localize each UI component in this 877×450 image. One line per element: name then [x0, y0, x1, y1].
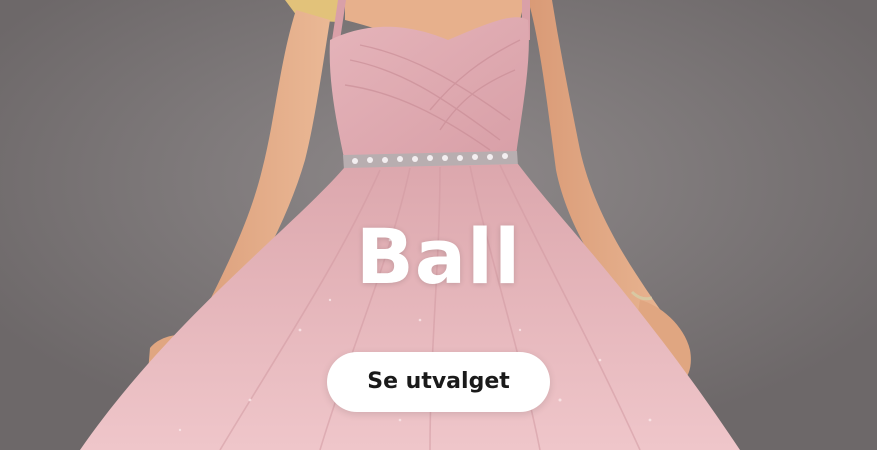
see-selection-button[interactable]: Se utvalget	[327, 352, 550, 412]
banner-title: Ball	[355, 212, 522, 301]
category-banner[interactable]: Ball Se utvalget	[0, 0, 877, 450]
